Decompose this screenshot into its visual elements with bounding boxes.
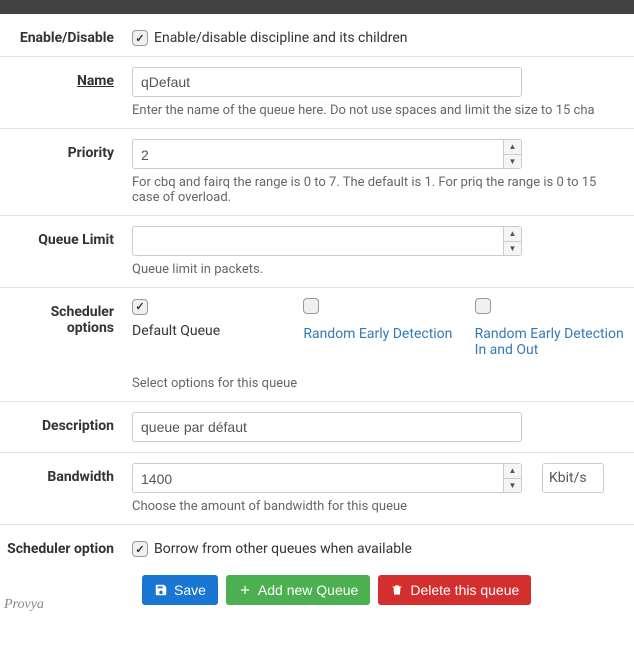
chevron-up-icon[interactable]: ▲	[504, 140, 521, 155]
name-input[interactable]	[132, 67, 522, 97]
chevron-up-icon[interactable]: ▲	[504, 227, 521, 242]
label-priority: Priority	[0, 139, 132, 161]
opt-red-io-link[interactable]: Random Early Detection In and Out	[475, 326, 626, 358]
watermark: Provya	[4, 597, 44, 613]
add-queue-button[interactable]: Add new Queue	[226, 575, 370, 605]
red-checkbox[interactable]	[303, 298, 319, 314]
priority-help: For cbq and fairq the range is 0 to 7. T…	[132, 175, 626, 205]
top-bar	[0, 0, 634, 14]
opt-default-queue: Default Queue	[132, 323, 283, 339]
bandwidth-input[interactable]: ▲▼	[132, 463, 522, 493]
qlimit-input[interactable]: ▲▼	[132, 226, 522, 256]
enable-text: Enable/disable discipline and its childr…	[154, 30, 408, 46]
red-io-checkbox[interactable]	[475, 298, 491, 314]
default-queue-checkbox[interactable]	[132, 299, 148, 315]
spinner-buttons[interactable]: ▲▼	[503, 227, 521, 255]
label-qlimit: Queue Limit	[0, 226, 132, 248]
priority-input[interactable]: ▲▼	[132, 139, 522, 169]
label-enable: Enable/Disable	[0, 24, 132, 46]
spinner-buttons[interactable]: ▲▼	[503, 140, 521, 168]
chevron-down-icon[interactable]: ▼	[504, 242, 521, 256]
borrow-text: Borrow from other queues when available	[154, 541, 412, 557]
qlimit-help: Queue limit in packets.	[132, 262, 626, 277]
label-sched-opts: Scheduler options	[0, 298, 132, 336]
sched-opts-help: Select options for this queue	[132, 376, 626, 391]
name-help: Enter the name of the queue here. Do not…	[132, 103, 626, 118]
trash-icon	[390, 583, 404, 597]
label-bandwidth: Bandwidth	[0, 463, 132, 485]
bandwidth-help: Choose the amount of bandwidth for this …	[132, 499, 626, 514]
label-sched-opt2: Scheduler option	[0, 535, 132, 557]
label-name: Name	[0, 67, 132, 89]
opt-red-link[interactable]: Random Early Detection	[303, 326, 454, 342]
borrow-checkbox[interactable]	[132, 541, 148, 557]
desc-input[interactable]	[132, 412, 522, 442]
delete-queue-button[interactable]: Delete this queue	[378, 575, 531, 605]
chevron-down-icon[interactable]: ▼	[504, 155, 521, 169]
chevron-down-icon[interactable]: ▼	[504, 479, 521, 493]
save-button[interactable]: Save	[142, 575, 218, 605]
plus-icon	[238, 583, 252, 597]
chevron-up-icon[interactable]: ▲	[504, 464, 521, 479]
bandwidth-unit-select[interactable]: Kbit/s	[542, 463, 604, 493]
save-icon	[154, 583, 168, 597]
enable-checkbox[interactable]	[132, 30, 148, 46]
spinner-buttons[interactable]: ▲▼	[503, 464, 521, 492]
label-desc: Description	[0, 412, 132, 434]
